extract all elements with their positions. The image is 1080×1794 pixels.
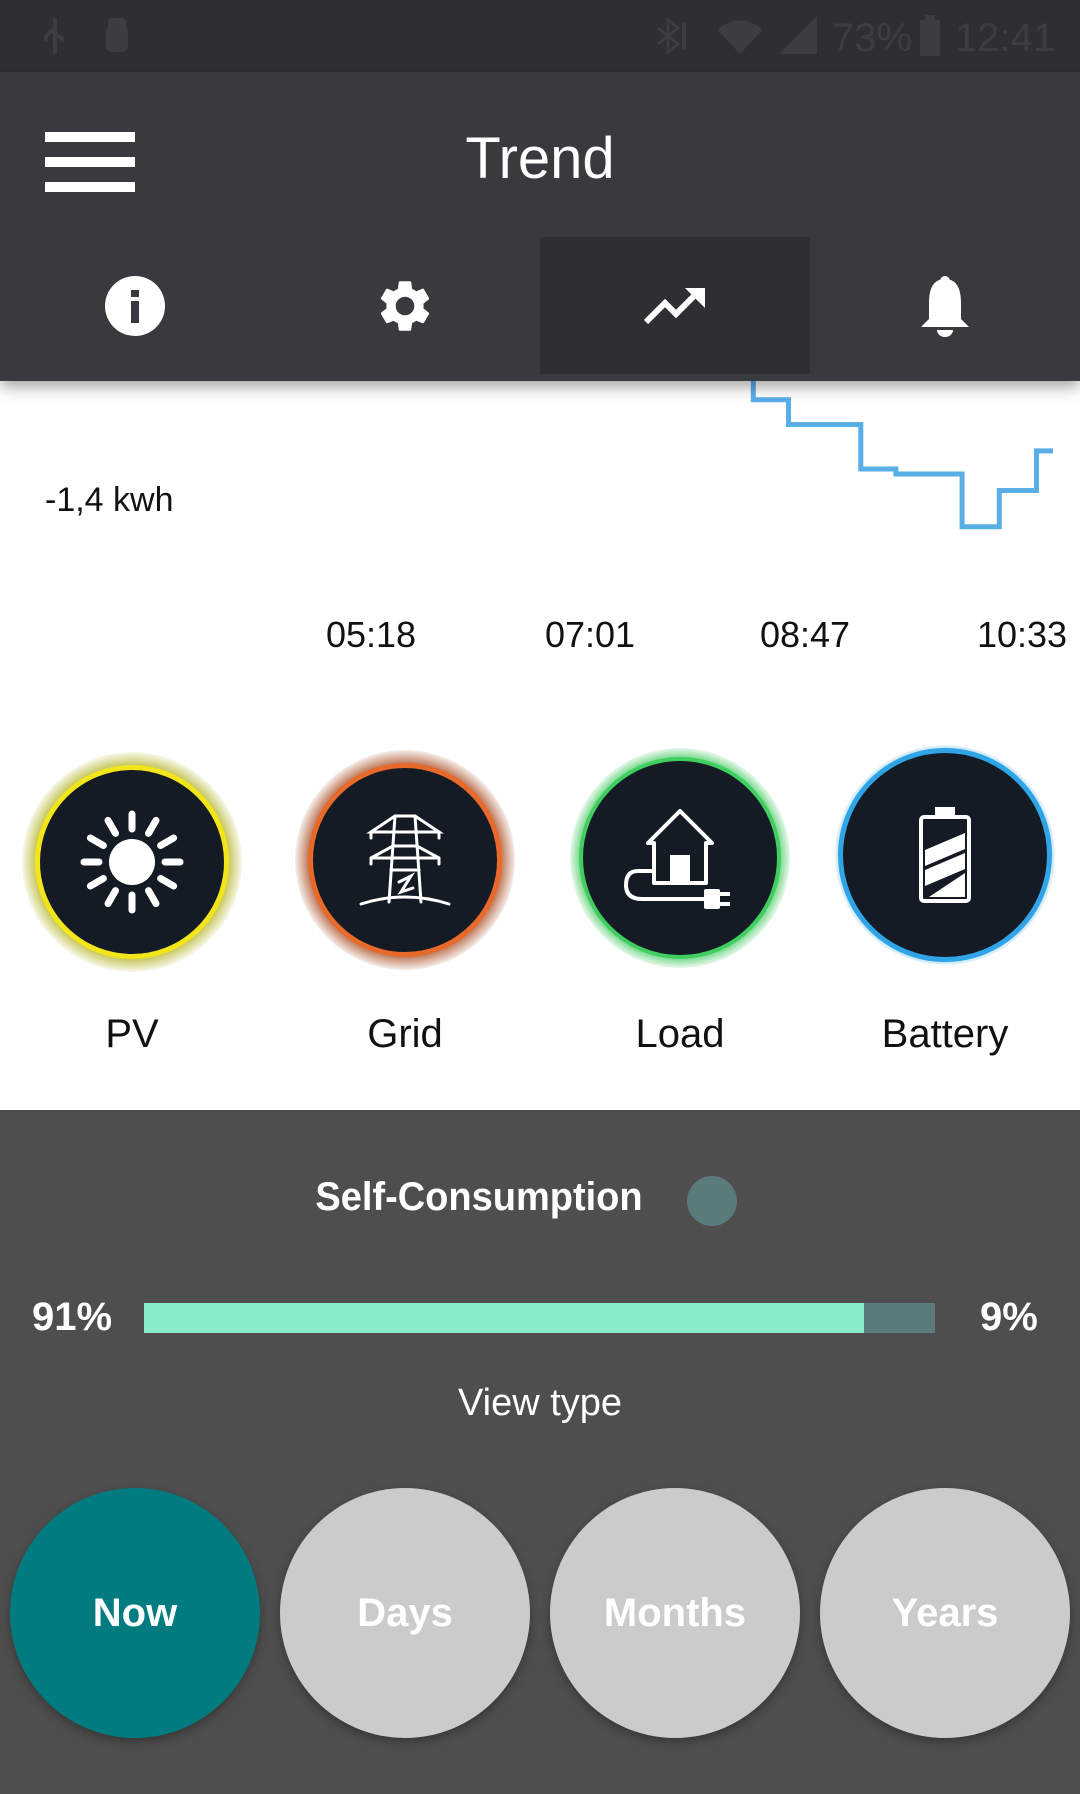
load-button[interactable] (570, 748, 790, 968)
view-days-button[interactable]: Days (280, 1488, 530, 1738)
summary-panel: Self-Consumption 91% 9% View type Now Da… (0, 1110, 1080, 1794)
self-consumption-bar (144, 1303, 935, 1333)
tab-settings[interactable] (270, 237, 540, 374)
usb-icon (44, 18, 66, 54)
house-plug-icon (624, 809, 730, 909)
x-tick-label: 07:01 (544, 614, 636, 655)
bell-icon (921, 275, 969, 337)
x-tick-label: 08:47 (759, 614, 851, 655)
self-consumption-percent: 91% (32, 1295, 113, 1339)
bluetooth-icon (657, 16, 686, 56)
view-now-button[interactable]: Now (10, 1488, 260, 1738)
pv-button[interactable] (22, 752, 242, 972)
y-value-label: -1,4 kwh (45, 481, 174, 519)
view-type-label: View type (457, 1382, 623, 1424)
self-consumption-label: Self-Consumption (315, 1175, 643, 1219)
trending-up-icon (643, 287, 705, 324)
app-bar: Trend (0, 72, 1080, 381)
status-bar: 73% 12:41 (0, 0, 1080, 72)
battery-icon (919, 807, 971, 903)
load-label: Load (635, 1012, 725, 1056)
signal-icon (779, 16, 817, 54)
trend-chart-plot (750, 381, 1053, 530)
battery-status-icon (920, 15, 940, 56)
pv-label: PV (105, 1012, 159, 1056)
info-icon (105, 275, 165, 336)
power-pylon-icon (359, 814, 451, 906)
trend-chart: -1,4 kwh 05:18 07:01 08:47 10:33 (0, 381, 1080, 711)
x-tick-label: 05:18 (325, 614, 417, 655)
battery-button[interactable] (835, 745, 1055, 965)
battery-label: Battery (881, 1012, 1009, 1056)
self-consumption-indicator (687, 1176, 737, 1226)
self-consumption-bar-fill (144, 1303, 864, 1333)
grid-label: Grid (367, 1012, 443, 1056)
sun-icon (80, 810, 184, 914)
view-years-button[interactable]: Years (820, 1488, 1070, 1738)
x-tick-label: 10:33 (976, 614, 1068, 655)
grid-button[interactable] (295, 750, 515, 970)
clock: 12:41 (955, 16, 1056, 60)
wifi-icon (718, 20, 762, 54)
view-months-button[interactable]: Months (550, 1488, 800, 1738)
battery-percent: 73% (832, 16, 913, 60)
tab-info[interactable] (0, 237, 270, 374)
page-title: Trend (465, 126, 615, 191)
tab-alerts[interactable] (810, 237, 1080, 374)
grid-consumption-percent: 9% (980, 1295, 1038, 1339)
tab-trend[interactable] (540, 237, 810, 374)
debug-icon (106, 18, 128, 52)
energy-series-line (750, 381, 1053, 530)
gear-icon (380, 280, 430, 331)
